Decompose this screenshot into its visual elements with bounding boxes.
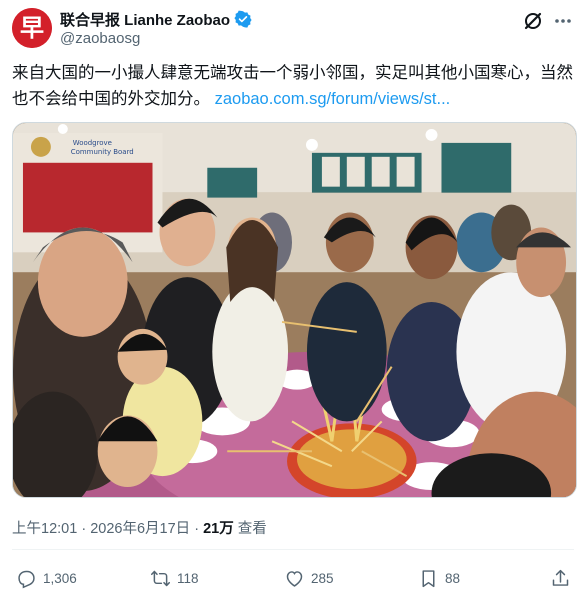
- wall-text-line1: Woodgrove: [73, 139, 112, 147]
- name-line: 联合早报 Lianhe Zaobao: [60, 9, 252, 29]
- repost-icon: [151, 570, 170, 586]
- bookmark-count: 88: [445, 570, 461, 586]
- views-label: 查看: [237, 521, 267, 537]
- share-button[interactable]: [550, 562, 571, 594]
- heart-icon: [286, 570, 303, 587]
- reply-icon: [18, 570, 35, 588]
- bookmark-icon: [422, 569, 435, 587]
- grok-icon[interactable]: [522, 10, 544, 32]
- display-name[interactable]: 联合早报 Lianhe Zaobao: [60, 9, 230, 30]
- article-link[interactable]: zaobao.com.sg/forum/views/st...: [215, 90, 451, 108]
- repost-count: 118: [177, 570, 199, 586]
- divider-top: [12, 549, 574, 550]
- bookmark-button[interactable]: 88: [418, 562, 460, 594]
- tweet-meta: 上午12:01 · 2026年6月17日 · 21万 查看: [12, 517, 267, 538]
- account-handle[interactable]: @zaobaosg: [60, 30, 140, 47]
- tweet-photo[interactable]: Woodgrove Community Board: [12, 122, 577, 498]
- verified-badge-icon[interactable]: [234, 10, 252, 28]
- more-options-icon[interactable]: [552, 10, 574, 32]
- tweet-date[interactable]: 2026年6月17日: [90, 521, 190, 537]
- action-bar: 1,306 118 285 88: [12, 562, 574, 594]
- views-count: 21万: [203, 521, 234, 537]
- repost-button[interactable]: 118: [150, 562, 199, 594]
- meta-separator-2: ·: [194, 521, 200, 537]
- tweet-header: 早 联合早报 Lianhe Zaobao @zaobaosg: [12, 8, 574, 52]
- wall-text-line2: Community Board: [71, 148, 134, 156]
- like-count: 285: [311, 570, 334, 586]
- share-icon: [552, 569, 569, 586]
- tweet-text: 来自大国的一小撮人肆意无端攻击一个弱小邻国，实足叫其他小国寒心，当然也不会给中国…: [12, 60, 574, 112]
- like-button[interactable]: 285: [284, 562, 334, 594]
- account-avatar[interactable]: 早: [12, 8, 52, 48]
- avatar-glyph: 早: [20, 14, 44, 42]
- reply-button[interactable]: 1,306: [16, 562, 77, 594]
- tweet-time[interactable]: 上午12:01: [12, 521, 77, 537]
- meta-separator-1: ·: [81, 521, 87, 537]
- reply-count: 1,306: [43, 570, 77, 586]
